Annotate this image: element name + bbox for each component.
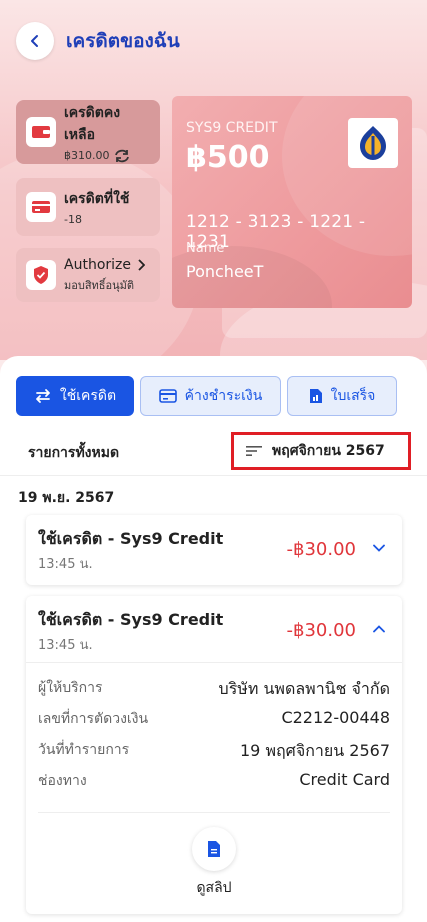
swap-icon [35,389,50,403]
tab-receipts[interactable]: ใบเสร็จ [287,376,397,416]
used-credit-chip: เครดิตที่ใช้ -18 [16,178,160,236]
authorize-button[interactable]: Authorize มอบสิทธิ์อนุมัติ [16,248,160,302]
transaction-title: ใช้เครดิต - Sys9 Credit [38,529,224,548]
tab-use-credit[interactable]: ใช้เครดิต [16,376,134,416]
transaction-time: 13:45 น. [38,638,93,653]
tab-outstanding[interactable]: ค้างชำระเงิน [140,376,281,416]
detail-key: ผู้ให้บริการ [38,680,103,696]
back-button[interactable] [16,22,54,60]
authorize-label: Authorize [64,256,131,273]
remaining-credit-chip: เครดิตคงเหลือ ฿310.00 [16,100,160,164]
chevron-down-icon[interactable] [372,541,386,555]
tab-bar: ใช้เครดิต ค้างชำระเงิน ใบเสร็จ [16,376,397,416]
month-filter-button[interactable]: พฤศจิกายน 2567 [231,432,411,470]
card-payment-icon [158,389,177,403]
detail-key: ช่องทาง [38,773,87,789]
transaction-item[interactable]: ใช้เครดิต - Sys9 Credit 13:45 น. -฿30.00 [26,515,402,585]
divider [38,812,390,813]
card-name-label: Name [186,241,225,256]
tab-outstanding-label: ค้างชำระเงิน [184,388,263,404]
used-credit-value: -18 [64,213,82,226]
receipt-icon [309,389,322,403]
detail-row-channel: ช่องทาง Credit Card [38,770,390,792]
detail-key: เลขที่การตัดวงเงิน [38,711,149,727]
transaction-amount: -฿30.00 [286,620,356,641]
detail-row-provider: ผู้ให้บริการ บริษัท นพดลพานิช จำกัด [38,677,390,702]
transaction-title: ใช้เครดิต - Sys9 Credit [38,610,224,629]
transactions-sheet: ใช้เครดิต ค้างชำระเงิน ใบเสร็จ รายการทั้… [0,356,427,922]
all-transactions-label: รายการทั้งหมด [28,445,120,461]
transaction-details: ผู้ให้บริการ บริษัท นพดลพานิช จำกัด เลขท… [26,662,402,896]
month-filter-label: พฤศจิกายน 2567 [272,443,385,459]
chevron-left-icon [31,35,38,47]
credit-card: SYS9 CREDIT ฿500 1212 - 3123 - 1221 - 12… [172,96,412,308]
remaining-credit-value: ฿310.00 [64,149,110,162]
date-heading: 19 พ.ย. 2567 [18,490,115,506]
sort-icon [246,446,262,456]
used-credit-label: เครดิตที่ใช้ [64,191,130,207]
detail-row-reference: เลขที่การตัดวงเงิน C2212-00448 [38,708,390,730]
card-product-name: SYS9 CREDIT [186,120,278,136]
transaction-amount: -฿30.00 [286,539,356,560]
detail-value: 19 พฤศจิกายน 2567 [240,741,390,760]
tab-receipts-label: ใบเสร็จ [330,388,376,404]
chevron-up-icon[interactable] [372,622,386,636]
view-slip-button[interactable] [192,827,236,871]
remaining-credit-label: เครดิตคงเหลือ [64,104,121,143]
card-holder-name: PoncheeT [186,262,264,281]
authorize-sub-label: มอบสิทธิ์อนุมัติ [64,278,135,292]
shield-check-icon [26,260,56,290]
hero-header: เครดิตของฉัน เครดิตคงเหลือ ฿310.00 เครดิ… [0,0,427,360]
detail-value: Credit Card [299,770,390,789]
refresh-icon[interactable] [114,149,130,163]
transaction-item-expanded[interactable]: ใช้เครดิต - Sys9 Credit 13:45 น. -฿30.00… [26,596,402,914]
chevron-right-icon [138,258,145,271]
detail-key: วันที่ทำรายการ [38,742,130,758]
view-slip-label: ดูสลิป [196,880,232,896]
transaction-time: 13:45 น. [38,557,93,572]
document-icon [208,841,220,857]
card-credit-amount: ฿500 [186,140,270,175]
detail-value: บริษัท นพดลพานิช จำกัด [218,679,390,698]
credit-card-icon [26,192,56,222]
detail-row-date: วันที่ทำรายการ 19 พฤศจิกายน 2567 [38,739,390,764]
page-title: เครดิตของฉัน [66,30,180,52]
detail-value: C2212-00448 [281,708,390,727]
bank-logo [348,118,398,168]
top-bar: เครดิตของฉัน [16,22,180,60]
tab-use-credit-label: ใช้เครดิต [59,388,117,404]
filter-row: รายการทั้งหมด พฤศจิกายน 2567 [0,424,427,476]
page: เครดิตของฉัน เครดิตคงเหลือ ฿310.00 เครดิ… [0,0,427,922]
wallet-icon [26,117,56,147]
